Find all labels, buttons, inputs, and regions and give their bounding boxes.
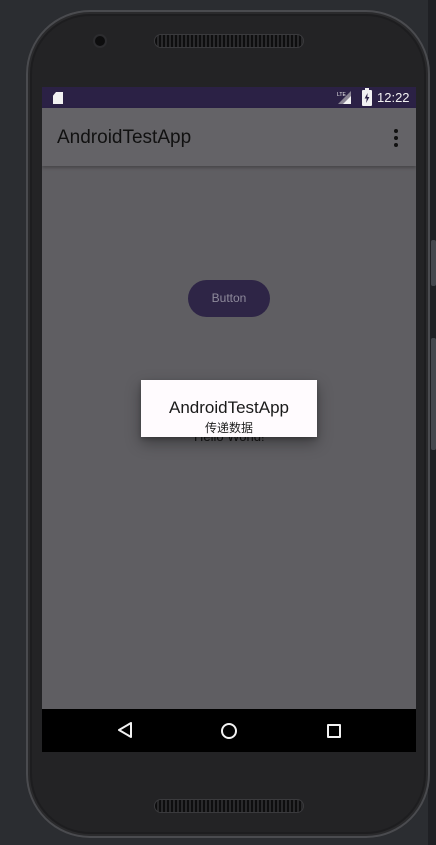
power-side-button[interactable]	[431, 240, 436, 286]
app-bar: AndroidTestApp	[42, 108, 416, 166]
emulator-window: LTE 12:22 AndroidTestApp Button Hello Wo…	[0, 0, 436, 845]
recents-square-icon[interactable]	[327, 724, 341, 738]
bottom-speaker-grille	[155, 800, 303, 812]
lte-signal-icon: LTE	[337, 91, 351, 104]
app-title: AndroidTestApp	[57, 127, 192, 148]
toast-dialog: AndroidTestApp 传递数据	[141, 380, 317, 437]
battery-charging-icon	[362, 88, 372, 106]
status-bar: LTE 12:22	[42, 87, 416, 108]
main-button[interactable]: Button	[188, 280, 270, 317]
navigation-bar	[42, 709, 416, 752]
more-vert-icon[interactable]	[388, 129, 402, 147]
device-screen: LTE 12:22 AndroidTestApp Button Hello Wo…	[42, 87, 416, 752]
volume-side-button[interactable]	[431, 338, 436, 450]
dialog-message: 传递数据	[204, 421, 253, 435]
status-time: 12:22	[377, 90, 410, 105]
back-triangle-icon[interactable]	[117, 722, 133, 738]
top-speaker-grille	[155, 35, 303, 47]
home-circle-icon[interactable]	[221, 723, 237, 739]
front-camera	[95, 36, 105, 46]
sd-card-icon	[53, 92, 63, 104]
svg-text:LTE: LTE	[337, 92, 346, 98]
dialog-title: AndroidTestApp	[168, 398, 290, 417]
